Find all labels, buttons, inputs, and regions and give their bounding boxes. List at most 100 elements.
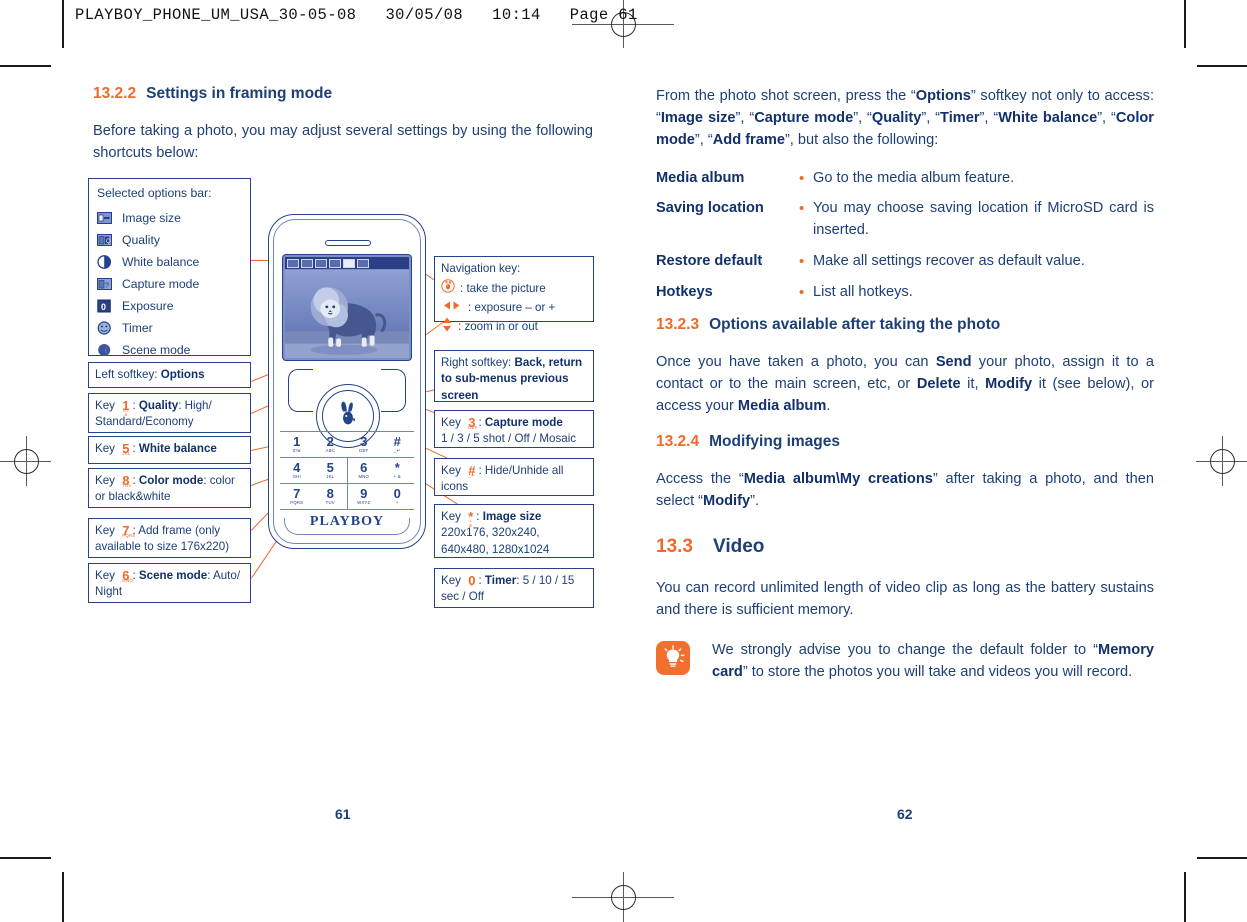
callout-key-5: Key 5 JKL: White balance xyxy=(88,436,251,464)
playboy-bunny-icon xyxy=(335,400,361,433)
term-send: Send xyxy=(935,353,972,370)
callout-lead: Key xyxy=(95,569,119,582)
text-run: ” to store the photos you will take and … xyxy=(742,664,1133,681)
lion-photo xyxy=(285,270,409,358)
key-1[interactable]: 1 0?ø xyxy=(280,432,314,458)
key-glyph-6: 6 MNO xyxy=(122,568,134,583)
section-heading-13-2-4: 13.2.4 Modifying images xyxy=(656,433,1154,452)
section-title: Settings in framing mode xyxy=(146,85,333,102)
callout-lead: Key xyxy=(95,399,119,412)
key-9[interactable]: 9 WXYZ xyxy=(347,484,381,510)
term-media-album: Media album xyxy=(737,397,827,414)
callout-lead: Key xyxy=(441,464,465,477)
section-number: 13.2.4 xyxy=(656,433,700,451)
callout-strong: Color mode xyxy=(138,474,204,487)
text-run: ”, “ xyxy=(1097,110,1116,127)
options-definition-list: Media album • Go to the media album feat… xyxy=(656,168,1154,304)
registration-mark-right xyxy=(1196,436,1247,486)
callout-key-hash: Key # _↵: Hide/Unhide all icons xyxy=(434,458,594,496)
term-media-album-my-creations: Media album\My creations xyxy=(743,470,933,487)
definition-row-media-album: Media album • Go to the media album feat… xyxy=(656,168,1154,190)
option-item-timer[interactable]: Timer xyxy=(97,317,242,339)
scene-mode-icon xyxy=(315,258,327,268)
callout-title: Navigation key: xyxy=(441,262,521,275)
screen-status-bar xyxy=(285,257,409,269)
option-item-white-balance[interactable]: White balance xyxy=(97,251,242,273)
definition-term: Hotkeys xyxy=(656,284,713,301)
callout-right-softkey: Right softkey: Back, return to sub-menus… xyxy=(434,350,594,402)
key-8[interactable]: 8 TUV xyxy=(314,484,348,510)
options-bar-list: Image size Q Quality White balance ? Cap… xyxy=(97,207,242,361)
term-add-frame: Add frame xyxy=(712,132,785,149)
option-label: Timer xyxy=(122,320,153,335)
nav-line-exposure: : exposure – or + xyxy=(441,299,587,316)
definition-row-hotkeys: Hotkeys • List all hotkeys. xyxy=(656,282,1154,304)
bullet-icon: • xyxy=(799,253,805,271)
callout-key-6: Key 6 MNO: Scene mode: Auto/ Night xyxy=(88,563,251,603)
key-7[interactable]: 7 PQRS xyxy=(280,484,314,510)
option-item-exposure[interactable]: 0 Exposure xyxy=(97,295,242,317)
image-size-icon xyxy=(301,258,313,268)
key-4[interactable]: 4 GHI xyxy=(280,458,314,484)
keypad: 1 0?ø 2 ABC 3 DEF # _↵ 4 GHI 5 JKL 6 MNO * + & 7… xyxy=(280,431,415,510)
option-label: White balance xyxy=(122,254,200,269)
term-delete: Delete xyxy=(916,375,961,392)
key-0[interactable]: 0 + xyxy=(381,484,415,510)
key-6[interactable]: 6 MNO xyxy=(347,458,381,484)
crop-mark-top-right-vertical xyxy=(1184,0,1186,48)
callout-tail: 1 / 3 / 5 shot / Off / Mosaic xyxy=(441,432,577,446)
svg-text:Q: Q xyxy=(106,239,111,245)
page-number-left: 61 xyxy=(335,806,351,822)
key-3[interactable]: 3 DEF xyxy=(347,432,381,458)
callout-tail: 220x176, 320x240, 640x480, 1280x1024 xyxy=(441,526,550,556)
crop-mark-top-left-vertical xyxy=(62,0,64,48)
option-label: Scene mode xyxy=(122,342,191,357)
document-page: PLAYBOY_PHONE_UM_USA_30-05-08 30/05/08 1… xyxy=(0,0,1247,922)
right-softkey-lower[interactable] xyxy=(381,393,406,412)
key-5[interactable]: 5 JKL xyxy=(314,458,348,484)
crop-mark-top-left-horizontal xyxy=(0,65,51,67)
phone-illustration: 1 0?ø 2 ABC 3 DEF # _↵ 4 GHI 5 JKL 6 MNO * + & 7… xyxy=(268,214,426,549)
left-softkey-lower[interactable] xyxy=(288,393,313,412)
section-heading-13-2-3: 13.2.3 Options available after taking the… xyxy=(656,316,1154,335)
keypad-row: 7 PQRS 8 TUV 9 WXYZ 0 + xyxy=(280,484,414,510)
key-hash[interactable]: # _↵ xyxy=(381,432,415,458)
callout-selected-options-bar: Selected options bar: Image size Q Quali… xyxy=(88,178,251,357)
text-run: Access the “ xyxy=(656,470,744,487)
key-glyph-5: 5 JKL xyxy=(122,441,131,456)
term-timer: Timer xyxy=(940,110,980,127)
capture-mode-icon: ? xyxy=(97,277,112,292)
callout-left-softkey: Left softkey: Options xyxy=(88,362,251,388)
term-capture-mode: Capture mode xyxy=(754,110,854,127)
section-title: Modifying images xyxy=(709,433,841,451)
nav-line-text: : take the picture xyxy=(460,281,546,295)
key-star[interactable]: * + & xyxy=(381,458,415,484)
option-item-image-size[interactable]: Image size xyxy=(97,207,242,229)
callout-key-8: Key 8 TUV: Color mode: color or black&whi… xyxy=(88,468,251,508)
phone-bottom-outline xyxy=(284,518,410,535)
text-run: From the photo shot screen, press the “ xyxy=(656,88,916,104)
key-glyph-3: 3 DEF xyxy=(468,415,478,430)
callout-key-1: Key 1 0?ø: Quality: High/ Standard/Econom… xyxy=(88,393,251,433)
callout-lead: Key xyxy=(441,416,465,429)
option-item-quality[interactable]: Q Quality xyxy=(97,229,242,251)
svg-text:?: ? xyxy=(105,282,109,289)
text-run: it, xyxy=(960,375,986,392)
keypad-row: 4 GHI 5 JKL 6 MNO * + & xyxy=(280,458,414,484)
key-glyph-star: * + & xyxy=(468,509,474,529)
callout-strong: Timer xyxy=(484,574,517,587)
tip-callout: We strongly advise you to change the def… xyxy=(656,639,1154,683)
option-item-capture-mode[interactable]: ? Capture mode xyxy=(97,273,242,295)
callout-strong: Quality xyxy=(138,399,179,412)
option-item-scene-mode[interactable]: Scene mode xyxy=(97,339,242,361)
nav-line-text: : zoom in or out xyxy=(458,319,538,333)
callout-lead: Key xyxy=(441,510,465,523)
key-glyph-8: 8 TUV xyxy=(122,473,132,488)
bullet-icon: • xyxy=(799,200,805,218)
key-2[interactable]: 2 ABC xyxy=(314,432,348,458)
callout-strong: Scene mode xyxy=(138,569,208,582)
right-softkey[interactable] xyxy=(381,369,406,394)
key-glyph-0: 0 + xyxy=(468,573,476,588)
left-softkey[interactable] xyxy=(288,369,313,394)
term-image-size: Image size xyxy=(660,110,736,127)
